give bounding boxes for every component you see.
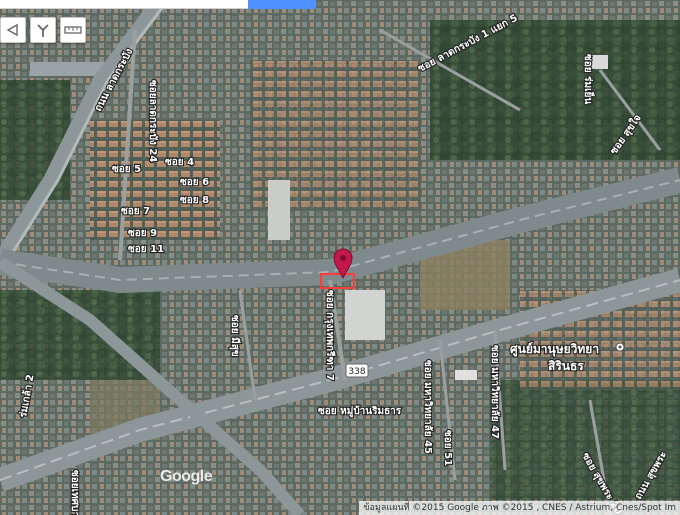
road-label: ซอย 7 bbox=[121, 206, 150, 217]
road-label: ซอย 6 bbox=[180, 177, 209, 188]
search-box[interactable] bbox=[0, 0, 248, 9]
scale-tool-button[interactable] bbox=[60, 17, 86, 43]
measure-icon bbox=[6, 23, 18, 37]
route-shield-text: 338 bbox=[348, 367, 365, 377]
route-icon bbox=[37, 24, 49, 37]
road-label: ซอยเทศบาล bbox=[69, 470, 80, 515]
google-logo: Google bbox=[160, 468, 213, 485]
road-label: ซอย 11 bbox=[128, 244, 164, 255]
building-roof bbox=[345, 290, 385, 340]
poi-label: ศูนย์มานุษยวิทยา bbox=[510, 342, 599, 357]
road-label: ซอย มหาวิทยาลัย 45 bbox=[422, 360, 434, 454]
road-label: ซอย 8 bbox=[180, 195, 209, 206]
ruler-icon bbox=[64, 26, 82, 34]
ruler-tool-button[interactable] bbox=[0, 17, 26, 43]
building-roof bbox=[455, 370, 477, 380]
road-label: ซอย กรุงเทพกรีฑา 7 bbox=[324, 290, 336, 381]
road-label: ซอย หมู่บ้านริมธาร bbox=[318, 405, 402, 418]
road-label: ซอยลาดกระบัง 24 bbox=[147, 80, 159, 162]
poi-label: สิรินธร bbox=[548, 359, 584, 373]
satellite-map[interactable]: 338 ถนน ลาดกระบัง ซอยลาดกระบัง 24 ซอย 4 … bbox=[0, 0, 680, 515]
building-roof bbox=[268, 180, 290, 240]
road-label: ซอย 4 bbox=[165, 157, 194, 168]
road-label: ซอย 9 bbox=[128, 228, 157, 239]
road-label: ซอย 51 bbox=[442, 430, 453, 466]
route-338-shield: 338 bbox=[345, 363, 369, 378]
route-tool-button[interactable] bbox=[30, 17, 56, 43]
road-label: ซอย มหาวิทยาลัย 47 bbox=[489, 345, 501, 439]
road-label: ซอย มีสุข bbox=[229, 315, 241, 357]
search-button[interactable] bbox=[248, 0, 316, 9]
road-label: ซอย ร่มเย็น bbox=[582, 54, 596, 104]
road-label: ซอย 5 bbox=[112, 164, 141, 175]
vegetation-area bbox=[0, 80, 70, 200]
map-attribution: ข้อมูลแผนที่ ©2015 Google ภาพ ©2015 , CN… bbox=[359, 501, 680, 515]
